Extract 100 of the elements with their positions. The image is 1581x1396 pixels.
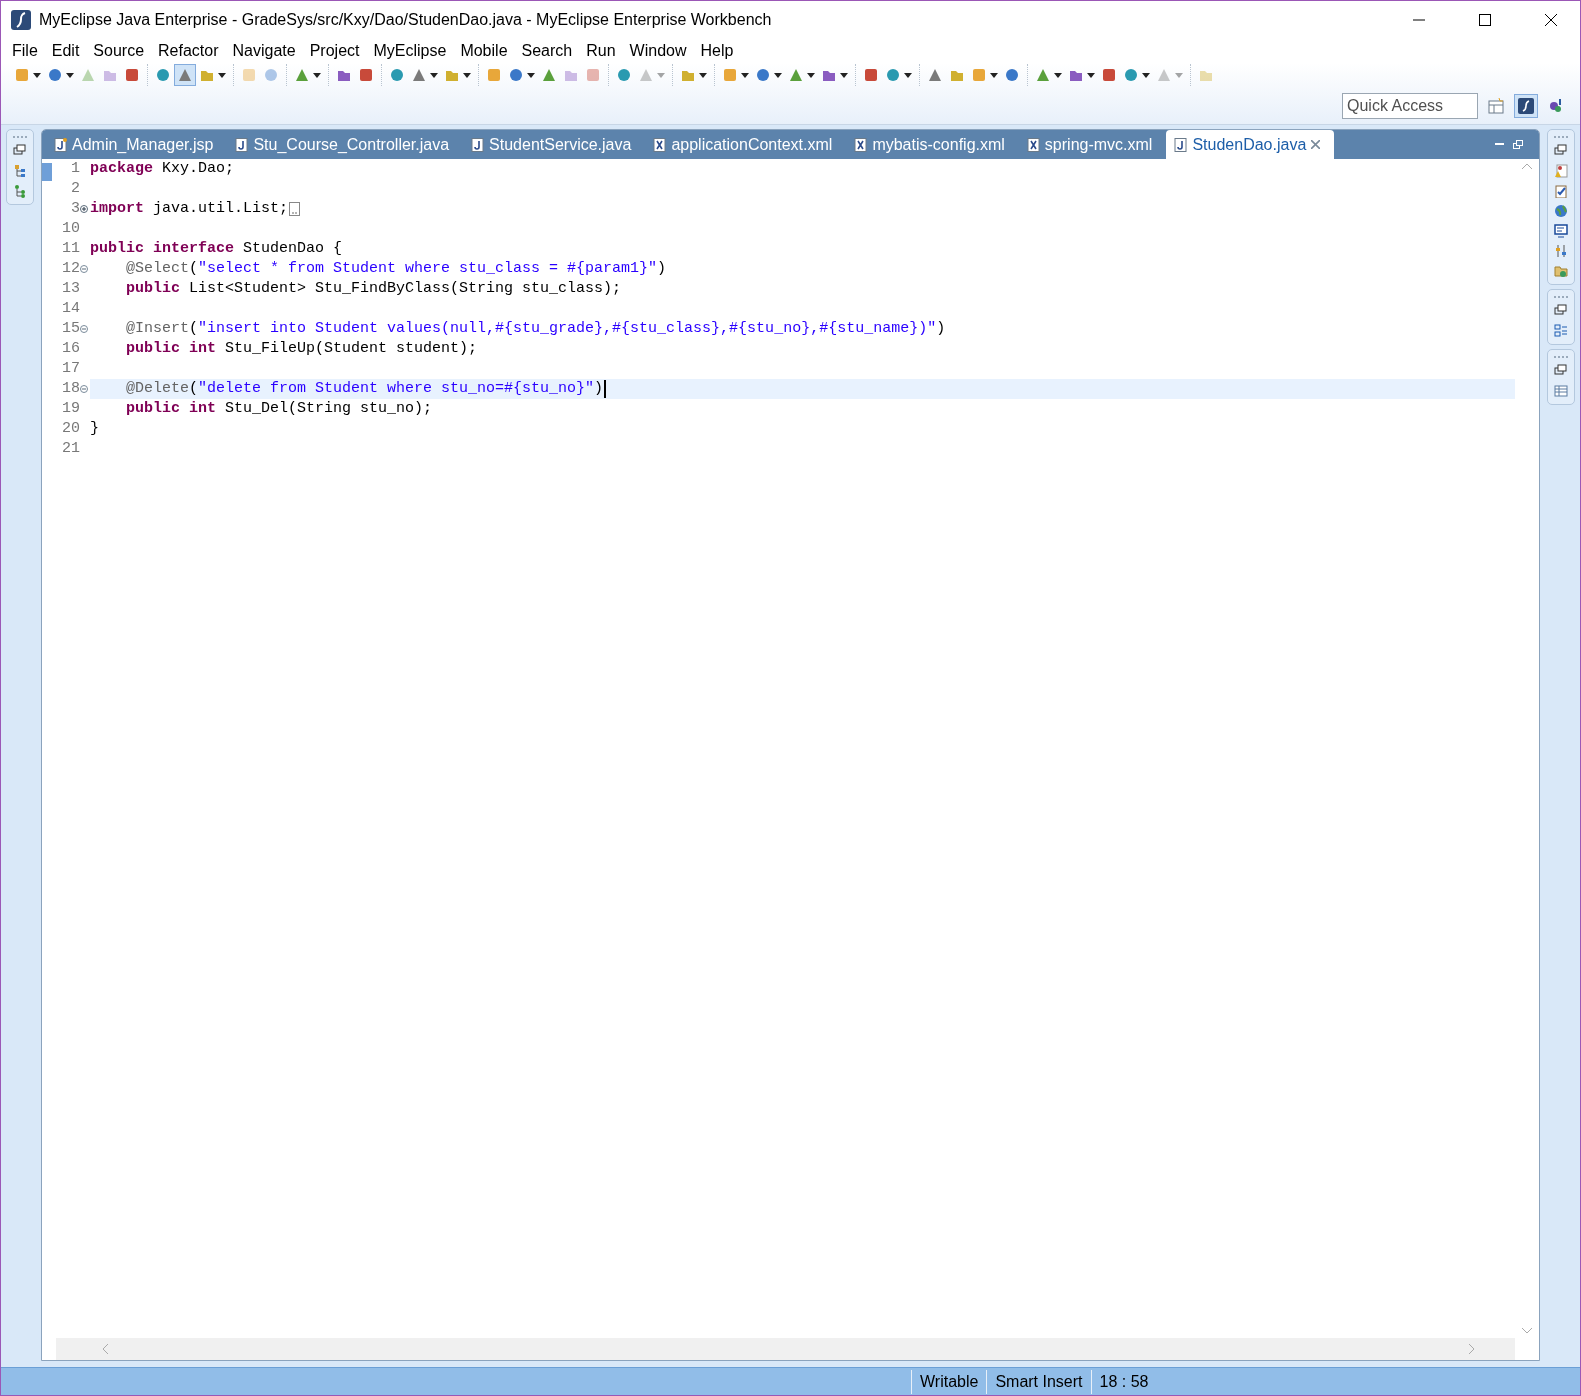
editor-tab[interactable]: spring-mvc.xml <box>1018 130 1167 159</box>
tool-icon <box>585 67 601 83</box>
code-line: public interface StudenDao { <box>90 239 343 259</box>
file-icon <box>1174 137 1188 152</box>
folder-icon <box>1554 264 1568 278</box>
bookmark-marker-icon <box>42 163 52 182</box>
menu-item[interactable]: Project <box>302 40 367 62</box>
file-icon <box>653 137 667 152</box>
menu-item[interactable]: Search <box>514 40 580 62</box>
tool-icon <box>1035 67 1051 83</box>
line-number: 16 <box>62 339 80 359</box>
menu-item[interactable]: Window <box>622 40 694 62</box>
tool-icon <box>358 67 374 83</box>
tool-icon <box>1156 67 1172 83</box>
tool-icon <box>241 67 257 83</box>
file-icon <box>471 137 485 152</box>
tool-icon <box>389 67 405 83</box>
tree-icon <box>13 184 27 198</box>
line-number: 2 <box>71 179 80 199</box>
line-number: 21 <box>62 439 80 459</box>
sliders-icon <box>1554 244 1568 258</box>
tool-icon <box>1004 67 1020 83</box>
maximize-icon <box>1479 14 1491 26</box>
editor-tab[interactable]: StudentService.java <box>463 130 646 159</box>
line-number: 13 <box>62 279 80 299</box>
restore-icon <box>13 144 27 158</box>
collapse-fold-icon[interactable] <box>80 385 88 393</box>
restore-icon <box>1554 144 1568 158</box>
tool-icon <box>411 67 427 83</box>
restore-icon <box>1554 304 1568 318</box>
menu-item[interactable]: Help <box>693 40 741 62</box>
close-icon <box>1545 14 1557 26</box>
code-line: public int Stu_Del(String stu_no); <box>126 399 433 419</box>
tool-icon <box>508 67 524 83</box>
code-line: } <box>90 419 99 439</box>
perspective-icon <box>1488 97 1504 114</box>
code-line: public int Stu_FileUp(Student student); <box>126 339 478 359</box>
code-line: public List<Student> Stu_FindByClass(String stu_class); <box>126 279 622 299</box>
collapse-fold-icon[interactable] <box>80 265 88 273</box>
code-line: package Kxy.Dao; <box>90 159 235 179</box>
menu-item[interactable]: Mobile <box>453 40 515 62</box>
tool-icon <box>927 67 943 83</box>
outline-icon <box>1554 324 1568 338</box>
tool-icon <box>722 67 738 83</box>
line-number: 17 <box>62 359 80 379</box>
editor-tab[interactable]: applicationContext.xml <box>645 130 847 159</box>
line-number: 12 <box>62 259 80 279</box>
line-number: 3 <box>71 199 80 219</box>
text-cursor <box>604 380 607 398</box>
code-line: import java.util.List; <box>90 199 289 219</box>
tool-icon <box>885 67 901 83</box>
window-title: MyEclipse Java Enterprise - GradeSys/src/Kxy/Dao/StudenDao.java - MyEclipse Enterprise Workbench <box>39 10 773 30</box>
code-line: @Select("select * from Student where stu_class = #{param1}") <box>126 259 667 279</box>
hierarchy-icon <box>13 164 27 178</box>
menu-item[interactable]: Run <box>579 40 623 62</box>
editor-tab[interactable]: Admin_Manager.jsp <box>46 130 228 159</box>
table-icon <box>1554 384 1568 398</box>
tool-icon <box>755 67 771 83</box>
collapse-fold-icon[interactable] <box>80 325 88 333</box>
editor-tab[interactable]: Stu_Course_Controller.java <box>227 130 464 159</box>
monitor-icon <box>1554 224 1568 238</box>
scroll-down-icon[interactable] <box>1522 1328 1532 1334</box>
tool-icon <box>863 67 879 83</box>
menu-item[interactable]: MyEclipse <box>366 40 454 62</box>
line-number: 18 <box>62 379 80 399</box>
folded-code-marker-icon <box>289 202 301 216</box>
quick-access-field[interactable]: Quick Access <box>1342 92 1478 119</box>
app-logo-icon <box>11 10 31 30</box>
file-icon <box>854 137 868 152</box>
menu-item[interactable]: Navigate <box>225 40 303 62</box>
file-icon <box>235 137 249 152</box>
expand-fold-icon[interactable] <box>80 205 88 213</box>
menu-item[interactable]: File <box>5 40 45 62</box>
tool-icon <box>14 67 30 83</box>
line-number: 20 <box>62 419 80 439</box>
tool-icon <box>263 67 279 83</box>
perspective-icon <box>1518 97 1534 114</box>
menu-item[interactable]: Refactor <box>151 40 226 62</box>
line-number: 10 <box>62 219 80 239</box>
code-line: @Delete("delete from Student where stu_no=#{stu_no}") <box>126 379 604 399</box>
tool-icon <box>1123 67 1139 83</box>
tool-icon <box>638 67 654 83</box>
editor-tab[interactable]: mybatis-config.xml <box>846 130 1019 159</box>
status-field: Smart Insert <box>986 1369 1091 1394</box>
warning-icon <box>1554 164 1568 178</box>
tool-icon <box>294 67 310 83</box>
menu-item[interactable]: Source <box>86 40 152 62</box>
maximize-icon <box>1513 139 1523 150</box>
editor-tab[interactable]: StudenDao.java <box>1166 130 1335 159</box>
scroll-up-icon[interactable] <box>1522 163 1532 169</box>
file-icon <box>1026 137 1040 152</box>
menu-item[interactable]: Edit <box>44 40 87 62</box>
line-number: 14 <box>62 299 80 319</box>
line-number: 19 <box>62 399 80 419</box>
line-number: 15 <box>62 319 80 339</box>
tool-icon <box>616 67 632 83</box>
code-line: @Insert("insert into Student values(null,#{stu_grade},#{stu_class},#{stu_no},#{stu_name})") <box>126 319 946 339</box>
status-field: 18 : 58 <box>1090 1369 1157 1394</box>
perspective-button[interactable] <box>1514 93 1538 118</box>
tool-icon <box>177 67 193 83</box>
